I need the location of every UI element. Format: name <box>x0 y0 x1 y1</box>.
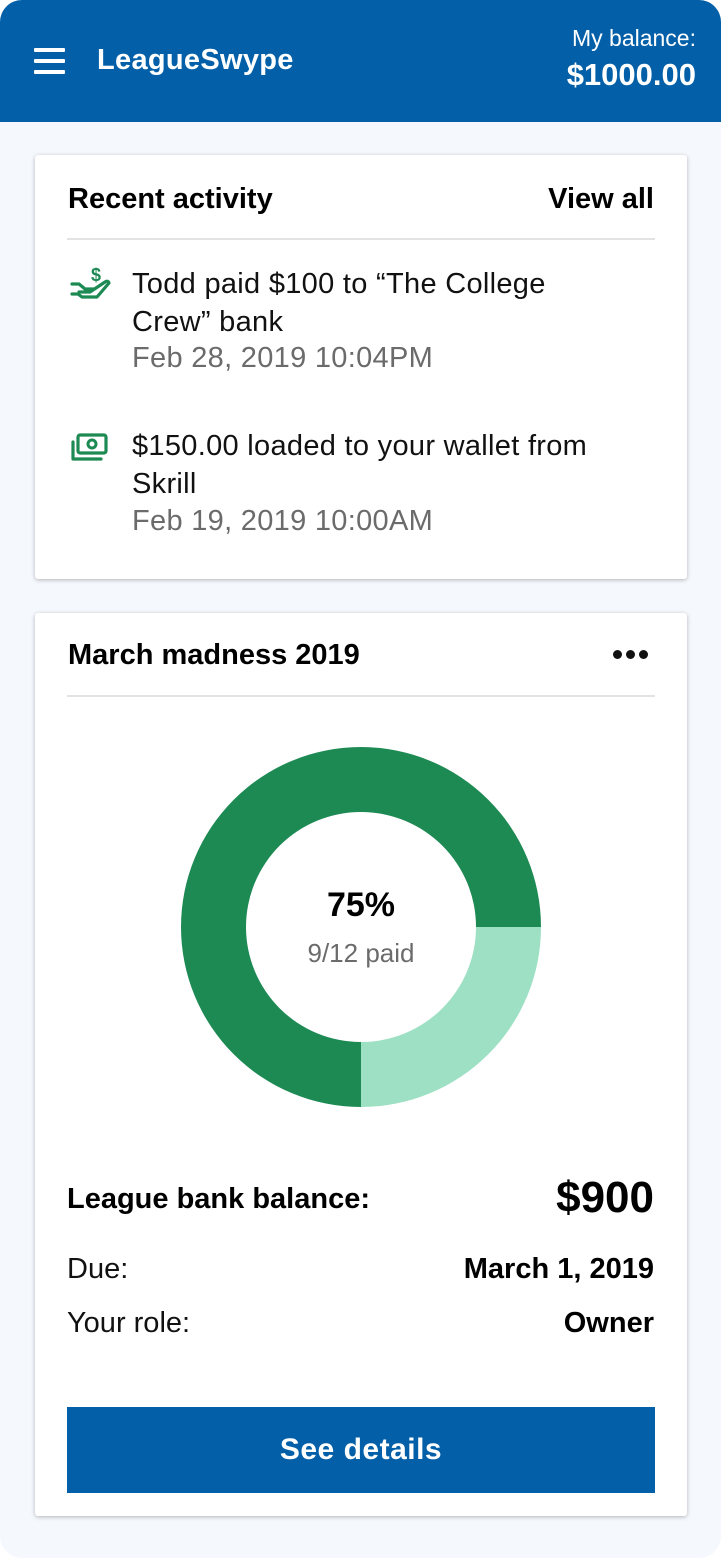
hand-dollar-icon: $ <box>70 267 111 299</box>
activity-date: Feb 28, 2019 10:04PM <box>132 342 434 374</box>
recent-activity-title: Recent activity <box>68 183 273 215</box>
recent-activity-card: Recent activity View all $ Todd paid $10… <box>35 155 687 579</box>
balance-label: My balance: <box>571 25 696 51</box>
bank-balance-value: $900 <box>556 1173 654 1222</box>
view-all-link[interactable]: View all <box>548 183 654 216</box>
see-details-button[interactable]: See details <box>67 1407 655 1493</box>
activity-text: $150.00 loaded to your wallet from Skril… <box>132 430 588 500</box>
app-title: LeagueSwype <box>97 44 294 76</box>
bank-balance-label: League bank balance: <box>67 1183 370 1215</box>
league-title: March madness 2019 <box>68 639 360 671</box>
top-app-bar: LeagueSwype My balance: $1000.00 <box>0 0 721 122</box>
money-stack-icon <box>71 433 108 461</box>
svg-text:$: $ <box>91 267 101 285</box>
hamburger-menu-icon[interactable] <box>34 46 65 74</box>
balance-value: $1000.00 <box>566 57 696 92</box>
activity-text: Todd paid $100 to “The College Crew” ban… <box>132 268 546 338</box>
paid-count: 9/12 paid <box>307 938 415 968</box>
role-value: Owner <box>563 1307 654 1339</box>
app-screen: LeagueSwype My balance: $1000.00 Recent … <box>0 0 721 1558</box>
divider <box>67 695 655 697</box>
divider <box>67 238 655 240</box>
payment-progress-donut <box>181 747 542 1107</box>
role-label: Your role: <box>67 1307 191 1339</box>
due-label: Due: <box>67 1253 129 1285</box>
league-card: March madness 2019 75% 9/12 paid League … <box>35 613 687 1516</box>
more-options-icon[interactable] <box>613 650 649 660</box>
activity-date: Feb 19, 2019 10:00AM <box>132 505 434 537</box>
progress-percent: 75% <box>326 886 396 924</box>
due-value: March 1, 2019 <box>463 1253 654 1285</box>
